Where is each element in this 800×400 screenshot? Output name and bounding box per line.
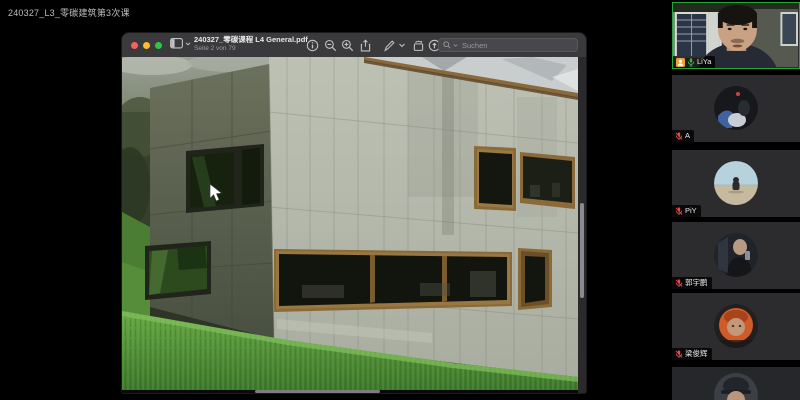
participant-tile-1[interactable]: LiYa (672, 2, 800, 69)
horizontal-scrollbar-thumb[interactable] (255, 390, 380, 393)
zoom-out-icon[interactable] (324, 39, 337, 52)
participant-name: PiY (685, 207, 697, 215)
search-input[interactable] (460, 40, 573, 51)
markup-chevron-icon[interactable] (398, 39, 406, 52)
sidebar-icon (170, 38, 183, 49)
sidebar-toggle-button[interactable] (170, 38, 191, 49)
search-icon (443, 41, 451, 49)
document-title: 240327_零碳课程 L4 General.pdf (194, 36, 308, 45)
mic-muted-icon (675, 279, 683, 288)
participant-name-tag: LiYa (673, 56, 715, 68)
markup-pencil-icon[interactable] (383, 39, 396, 52)
page-indicator: Seite 2 von 79 (194, 45, 308, 52)
pdf-page-content[interactable] (122, 57, 578, 390)
pdf-preview-window: 240327_零碳课程 L4 General.pdf Seite 2 von 7… (122, 33, 586, 393)
share-icon[interactable] (359, 39, 372, 52)
presentation-title: 240327_L3_零碳建筑第3次课 (8, 6, 130, 19)
participant-name-tag: A (672, 130, 694, 142)
close-button[interactable] (131, 42, 138, 49)
screen: 240327_L3_零碳建筑第3次课 240327_零碳课程 L4 Genera… (0, 0, 800, 400)
window-titlebar: 240327_零碳课程 L4 General.pdf Seite 2 von 7… (122, 33, 586, 58)
participant-name: 郭宇鹏 (685, 279, 708, 287)
participant-tile-6[interactable] (672, 367, 800, 400)
vertical-scrollbar (578, 57, 586, 393)
mic-muted-icon (675, 207, 683, 216)
avatar (714, 304, 758, 348)
mic-on-icon (687, 58, 695, 67)
avatar (714, 233, 758, 277)
participant-name-tag: 梁俊辉 (672, 348, 712, 360)
participant-name-tag: PiY (672, 205, 701, 217)
avatar (714, 373, 758, 400)
info-icon[interactable] (306, 39, 319, 52)
participant-tile-4[interactable]: 郭宇鹏 (672, 222, 800, 289)
mic-muted-icon (675, 132, 683, 141)
participants-sidebar: LiYa A PiY (672, 0, 800, 400)
zoom-window-button[interactable] (155, 42, 162, 49)
participant-name: LiYa (697, 58, 711, 66)
rotate-icon[interactable] (412, 39, 425, 52)
participant-name-tag: 郭宇鹏 (672, 277, 712, 289)
avatar (714, 161, 758, 205)
participant-name: A (685, 132, 690, 140)
participant-name: 梁俊辉 (685, 350, 708, 358)
participant-tile-5[interactable]: 梁俊辉 (672, 293, 800, 360)
zoom-in-icon[interactable] (341, 39, 354, 52)
minimize-button[interactable] (143, 42, 150, 49)
search-field[interactable] (438, 38, 578, 52)
document-titleblock: 240327_零碳课程 L4 General.pdf Seite 2 von 7… (194, 36, 308, 52)
chevron-down-icon (185, 41, 191, 47)
participant-tile-3[interactable]: PiY (672, 150, 800, 217)
vertical-scrollbar-thumb[interactable] (580, 203, 584, 298)
avatar (714, 86, 758, 130)
mic-muted-icon (675, 350, 683, 359)
building-photo (122, 57, 578, 390)
horizontal-scrollbar (122, 390, 578, 393)
participant-tile-2[interactable]: A (672, 75, 800, 142)
search-chevron-icon (453, 43, 458, 48)
host-badge-icon (676, 58, 685, 67)
